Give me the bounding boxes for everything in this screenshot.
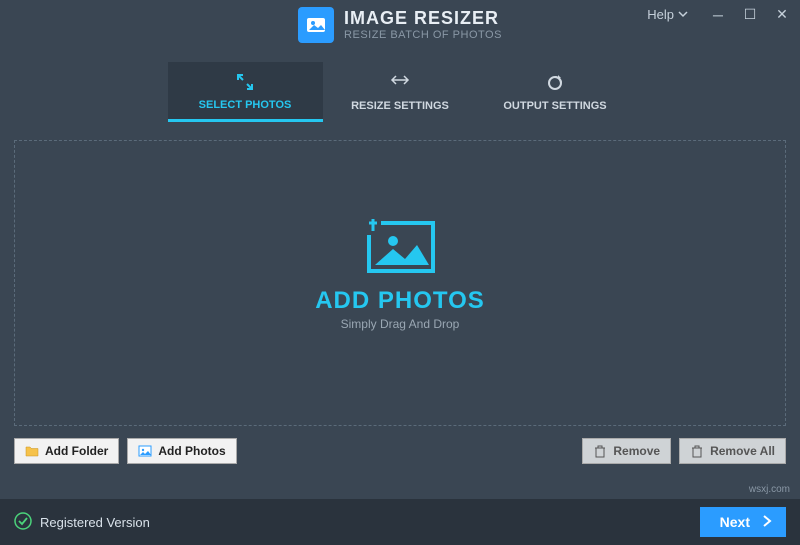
watermark: wsxj.com bbox=[749, 484, 790, 495]
chevron-down-icon bbox=[678, 7, 688, 22]
trash-icon bbox=[690, 444, 704, 458]
add-folder-button[interactable]: Add Folder bbox=[14, 438, 119, 464]
check-circle-icon bbox=[14, 512, 32, 533]
app-subtitle: RESIZE BATCH OF PHOTOS bbox=[344, 29, 502, 41]
folder-icon bbox=[25, 444, 39, 458]
button-label: Add Folder bbox=[45, 444, 108, 458]
button-label: Remove All bbox=[710, 444, 775, 458]
close-button[interactable]: ✕ bbox=[772, 6, 792, 23]
dropzone-title: ADD PHOTOS bbox=[315, 287, 485, 315]
help-label: Help bbox=[647, 7, 674, 22]
add-photos-block[interactable]: ADD PHOTOS Simply Drag And Drop bbox=[315, 215, 485, 331]
remove-button[interactable]: Remove bbox=[582, 438, 671, 464]
chevron-right-icon bbox=[762, 514, 772, 530]
add-image-icon bbox=[315, 215, 485, 279]
app-logo-area: IMAGE RESIZER RESIZE BATCH OF PHOTOS bbox=[298, 7, 502, 43]
trash-icon bbox=[593, 444, 607, 458]
button-label: Remove bbox=[613, 444, 660, 458]
titlebar: IMAGE RESIZER RESIZE BATCH OF PHOTOS Hel… bbox=[0, 0, 800, 50]
app-title: IMAGE RESIZER bbox=[344, 9, 502, 29]
action-toolbar: Add Folder Add Photos Remove Remove All bbox=[0, 434, 800, 478]
gear-icon bbox=[545, 72, 565, 94]
resize-icon bbox=[389, 72, 411, 94]
remove-all-button[interactable]: Remove All bbox=[679, 438, 786, 464]
help-menu[interactable]: Help bbox=[647, 7, 688, 22]
tab-label: OUTPUT SETTINGS bbox=[503, 100, 606, 112]
tab-select-photos[interactable]: SELECT PHOTOS bbox=[168, 62, 323, 122]
registration-status: Registered Version bbox=[14, 512, 150, 533]
status-label: Registered Version bbox=[40, 515, 150, 530]
minimize-button[interactable]: ─ bbox=[708, 7, 728, 23]
next-button[interactable]: Next bbox=[700, 507, 786, 537]
tab-bar: SELECT PHOTOS RESIZE SETTINGS OUTPUT SET… bbox=[0, 62, 800, 122]
window-controls: Help ─ ☐ ✕ bbox=[647, 6, 792, 23]
add-photos-button[interactable]: Add Photos bbox=[127, 438, 236, 464]
expand-arrows-icon bbox=[235, 71, 255, 93]
tab-output-settings[interactable]: OUTPUT SETTINGS bbox=[478, 62, 633, 122]
app-logo-icon bbox=[298, 7, 334, 43]
image-icon bbox=[138, 444, 152, 458]
tab-label: RESIZE SETTINGS bbox=[351, 100, 449, 112]
dropzone-subtitle: Simply Drag And Drop bbox=[315, 317, 485, 331]
tab-label: SELECT PHOTOS bbox=[199, 99, 292, 111]
footer: Registered Version Next bbox=[0, 499, 800, 545]
maximize-button[interactable]: ☐ bbox=[740, 6, 760, 23]
dropzone[interactable]: ADD PHOTOS Simply Drag And Drop bbox=[14, 140, 786, 426]
tab-resize-settings[interactable]: RESIZE SETTINGS bbox=[323, 62, 478, 122]
button-label: Add Photos bbox=[158, 444, 225, 458]
button-label: Next bbox=[720, 514, 750, 530]
